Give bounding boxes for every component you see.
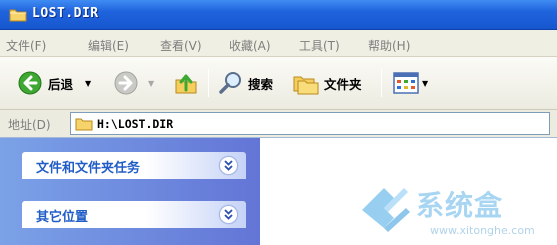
address-label: 地址(D)	[8, 118, 51, 132]
folder-icon	[75, 118, 93, 131]
folders-button[interactable]: 文件夹	[292, 71, 362, 95]
back-button[interactable]: 后退 ▼	[18, 71, 91, 95]
watermark-url: www.xitonghe.com	[430, 224, 535, 237]
watermark: 系统盒 www.xitonghe.com	[356, 180, 556, 242]
address-input[interactable]: H:\LOST.DIR	[70, 112, 550, 135]
other-places-header[interactable]: 其它位置	[22, 201, 246, 228]
menu-bar: 文件(F) 编辑(E) 查看(V) 收藏(A) 工具(T) 帮助(H)	[0, 30, 557, 57]
window-title: LOST.DIR	[32, 6, 99, 21]
back-arrow-icon	[18, 71, 42, 95]
menu-tools[interactable]: 工具(T)	[299, 37, 340, 54]
watermark-logo-icon	[362, 188, 410, 232]
forward-button[interactable]: ▼	[114, 71, 154, 95]
back-label: 后退	[48, 76, 74, 92]
up-button[interactable]	[174, 71, 198, 95]
menu-favorites[interactable]: 收藏(A)	[229, 37, 271, 54]
views-icon	[393, 72, 419, 94]
menu-help[interactable]: 帮助(H)	[368, 37, 410, 54]
title-bar[interactable]: LOST.DIR	[0, 0, 557, 30]
watermark-title: 系统盒	[416, 189, 504, 222]
section-title: 文件和文件夹任务	[36, 161, 141, 176]
forward-arrow-icon	[114, 71, 138, 95]
toolbar-separator	[208, 69, 209, 97]
views-button[interactable]: ▼	[393, 71, 428, 95]
views-dropdown-icon[interactable]: ▼	[422, 79, 428, 88]
folder-icon	[9, 9, 27, 22]
address-bar: 地址(D) H:\LOST.DIR	[0, 110, 557, 138]
up-folder-icon	[175, 74, 197, 94]
toolbar-separator	[381, 69, 382, 97]
menu-edit[interactable]: 编辑(E)	[88, 37, 129, 54]
chevron-down-icon[interactable]	[219, 156, 238, 175]
search-button[interactable]: 搜索	[218, 71, 273, 95]
folders-label: 文件夹	[324, 76, 362, 92]
search-label: 搜索	[248, 76, 274, 92]
section-title: 其它位置	[36, 210, 89, 225]
chevron-down-icon[interactable]	[219, 205, 238, 224]
forward-dropdown-icon[interactable]: ▼	[148, 79, 154, 88]
task-pane: 文件和文件夹任务 其它位置	[0, 138, 260, 245]
search-icon	[219, 72, 241, 94]
toolbar: 后退 ▼ ▼ 搜索 文件夹 ▼	[0, 57, 557, 110]
folders-icon	[293, 76, 319, 95]
menu-file[interactable]: 文件(F)	[6, 37, 46, 54]
menu-view[interactable]: 查看(V)	[160, 37, 202, 54]
address-value: H:\LOST.DIR	[97, 117, 174, 131]
back-dropdown-icon[interactable]: ▼	[85, 79, 91, 88]
file-folder-tasks-header[interactable]: 文件和文件夹任务	[22, 152, 246, 179]
